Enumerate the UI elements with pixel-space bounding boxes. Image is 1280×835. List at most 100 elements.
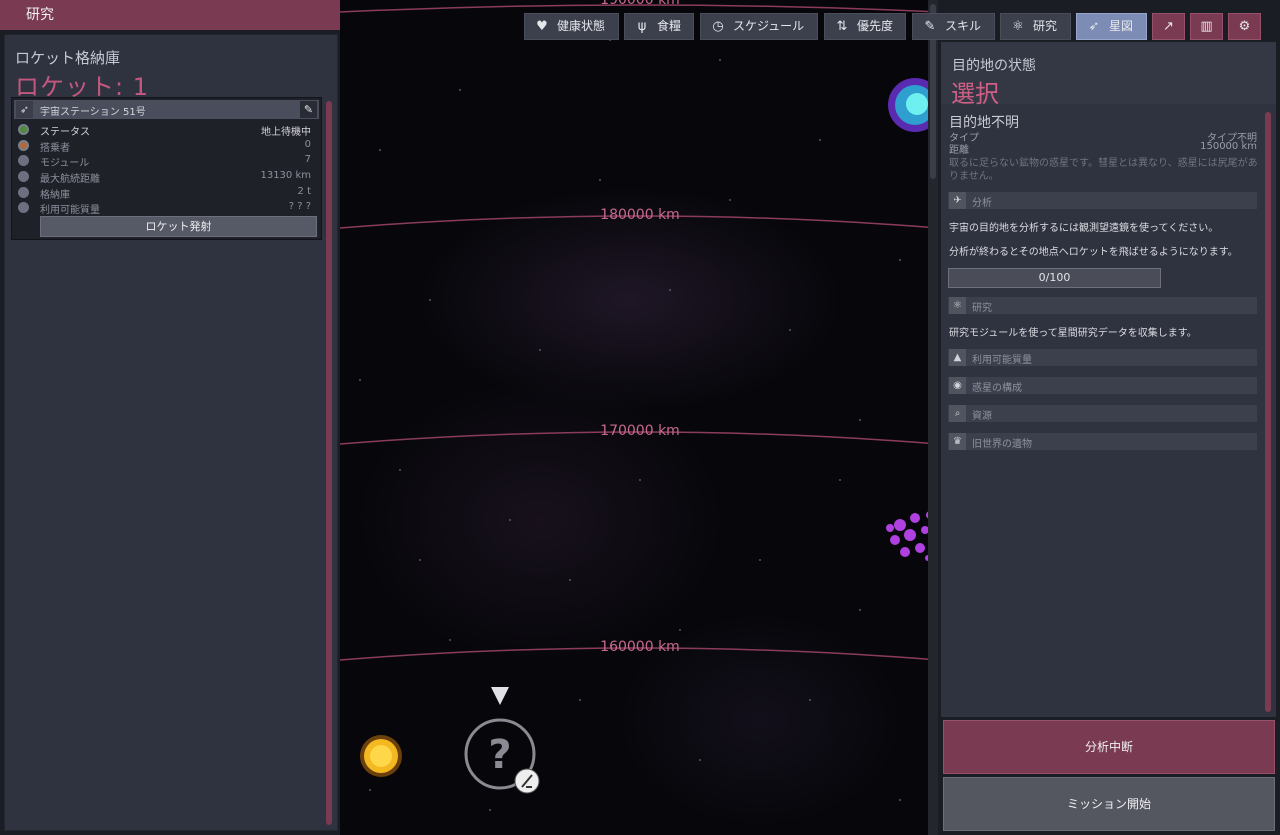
- resources-section-header[interactable]: ⌕ 資源: [948, 405, 1257, 422]
- distance-rings: [340, 4, 938, 661]
- toolbar-label: 研究: [1033, 19, 1058, 33]
- destination-distance-row: 距離 150000 km: [949, 141, 1257, 156]
- rocket-icon: ➶: [1088, 19, 1100, 34]
- distance-label: 距離: [949, 145, 969, 156]
- row-label: 格納庫: [40, 190, 70, 201]
- selection-marker-icon: [491, 687, 509, 705]
- row-value: 2 t: [297, 186, 311, 197]
- sun-icon[interactable]: [360, 735, 402, 777]
- status-indicator-icon: [18, 140, 29, 151]
- priority-icon: ⇅: [836, 19, 848, 34]
- distance-label-190000: 190000 km: [600, 0, 680, 8]
- toolbar-reports-button[interactable]: ↗: [1152, 13, 1185, 40]
- row-label: 搭乗者: [40, 143, 70, 154]
- status-indicator-icon: [18, 202, 29, 213]
- destination-state-label: 目的地の状態: [952, 58, 1036, 74]
- destination-panel: 目的地の状態 選択 目的地不明 タイプ タイプ不明 距離 150000 km 取…: [941, 42, 1276, 717]
- wrench-icon: ✎: [924, 19, 936, 34]
- toolbar-health-button[interactable]: ♥ 健康状態: [524, 13, 619, 40]
- starmap-scrollbar[interactable]: [928, 0, 938, 835]
- row-value: 13130 km: [260, 170, 311, 181]
- edit-name-icon[interactable]: ✎: [300, 101, 317, 118]
- analysis-text-1: 宇宙の目的地を分析するには観測望遠鏡を使ってください。: [949, 223, 1219, 234]
- right-scrollbar[interactable]: [1265, 112, 1271, 712]
- toolbar-research-button[interactable]: ⚛ 研究: [1000, 13, 1071, 40]
- row-value: ? ? ?: [288, 201, 311, 212]
- left-scrollbar[interactable]: [326, 101, 332, 825]
- analysis-text-2: 分析が終わるとその地点へロケットを飛ばせるようになります。: [949, 247, 1238, 258]
- stopwatch-icon: ◷: [712, 19, 724, 34]
- row-label: 最大航続距離: [40, 174, 100, 185]
- analysis-progress-text: 0/100: [1038, 271, 1071, 284]
- rocket-name: 宇宙ステーション 51号: [40, 107, 146, 118]
- section-label: 研究: [972, 303, 992, 314]
- section-label: 資源: [972, 411, 992, 422]
- distance-label-160000: 160000 km: [600, 639, 680, 655]
- composition-section-header[interactable]: ◉ 惑星の構成: [948, 377, 1257, 394]
- rocket-mass-row: 利用可能質量 ? ? ?: [16, 200, 319, 216]
- atom-icon: ⚛: [949, 297, 966, 314]
- row-value: 0: [304, 139, 311, 150]
- rocket-header: ➶ 宇宙ステーション 51号 ✎: [14, 100, 319, 119]
- research-tab-title[interactable]: 研究: [0, 0, 340, 30]
- row-label: 利用可能質量: [40, 205, 100, 216]
- unknown-glyph: ?: [488, 732, 511, 778]
- fork-icon: ψ: [637, 19, 647, 34]
- starmap-canvas: ?: [340, 4, 938, 811]
- section-label: 旧世界の遺物: [972, 439, 1032, 450]
- gear-icon: ⚙: [1238, 19, 1251, 34]
- section-label: 利用可能質量: [972, 355, 1032, 366]
- rocket-icon: ➶: [16, 101, 33, 118]
- status-indicator-icon: [18, 187, 29, 198]
- distance-label-180000: 180000 km: [600, 207, 680, 223]
- analysis-section-header: ✈ 分析: [948, 192, 1257, 209]
- toolbar-label: スケジュール: [733, 19, 805, 33]
- research-text: 研究モジュールを使って星間研究データを収集します。: [949, 328, 1197, 339]
- starmap-view[interactable]: ? 190000 km 180000 km 170000 km 160000 k…: [340, 0, 938, 835]
- stop-analysis-button[interactable]: 分析中断: [943, 720, 1275, 774]
- asteroid-field-icon[interactable]: [886, 511, 934, 561]
- planet-icon: ◉: [949, 377, 966, 394]
- toolbar-food-button[interactable]: ψ 食糧: [624, 13, 694, 40]
- mass-section-header[interactable]: ▲ 利用可能質量: [948, 349, 1257, 366]
- row-label: ステータス: [40, 127, 90, 138]
- research-section-header: ⚛ 研究: [948, 297, 1257, 314]
- start-mission-button[interactable]: ミッション開始: [943, 777, 1275, 831]
- toolbar-codex-button[interactable]: ▥: [1190, 13, 1223, 40]
- status-indicator-icon: [18, 155, 29, 166]
- toolbar-label: 星図: [1109, 19, 1134, 33]
- rocket-range-row: 最大航続距離 13130 km: [16, 169, 319, 185]
- rocket-modules-row: モジュール 7: [16, 153, 319, 169]
- rocket-status-row: ステータス 地上待機中: [16, 122, 319, 138]
- section-label: 惑星の構成: [972, 383, 1022, 394]
- heart-icon: ♥: [536, 19, 548, 34]
- hangar-label: ロケット格納庫: [15, 49, 121, 67]
- toolbar-schedule-button[interactable]: ◷ スケジュール: [700, 13, 818, 40]
- rocket-card: ➶ 宇宙ステーション 51号 ✎ ステータス 地上待機中 搭乗者 0 モジュール…: [11, 97, 322, 240]
- destination-description: 取るに足らない鉱物の惑星です。彗星とは異なり、惑星には尻尾がありません。: [949, 158, 1258, 182]
- row-value: 7: [304, 154, 311, 165]
- rocket-hangar-panel: ロケット格納庫 ロケット: 1 ➶ 宇宙ステーション 51号 ✎ ステータス 地…: [4, 34, 338, 831]
- toolbar-skills-button[interactable]: ✎ スキル: [912, 13, 995, 40]
- row-label: モジュール: [40, 158, 90, 169]
- destination-select-label: 選択: [951, 80, 999, 108]
- rocket-storage-row: 格納庫 2 t: [16, 185, 319, 201]
- book-icon: ▥: [1200, 19, 1213, 34]
- magnifier-icon: ⌕: [949, 405, 966, 422]
- launch-rocket-button[interactable]: ロケット発射: [40, 216, 317, 237]
- toolbar-starmap-button[interactable]: ➶ 星図: [1076, 13, 1147, 40]
- toolbar-settings-button[interactable]: ⚙: [1228, 13, 1261, 40]
- analysis-progress-bar: 0/100: [948, 268, 1161, 288]
- weight-icon: ▲: [949, 349, 966, 366]
- section-label: 分析: [972, 198, 992, 209]
- toolbar-priority-button[interactable]: ⇅ 優先度: [824, 13, 906, 40]
- telescope-icon: ✈: [949, 192, 966, 209]
- trend-icon: ↗: [1163, 19, 1174, 34]
- artifacts-section-header[interactable]: ♛ 旧世界の遺物: [948, 433, 1257, 450]
- destination-header: 目的地の状態 選択: [941, 42, 1276, 108]
- trophy-icon: ♛: [949, 433, 966, 450]
- toolbar-label: 健康状態: [557, 19, 606, 33]
- distance-label-170000: 170000 km: [600, 423, 680, 439]
- toolbar-label: スキル: [945, 19, 982, 33]
- atom-icon: ⚛: [1012, 19, 1024, 34]
